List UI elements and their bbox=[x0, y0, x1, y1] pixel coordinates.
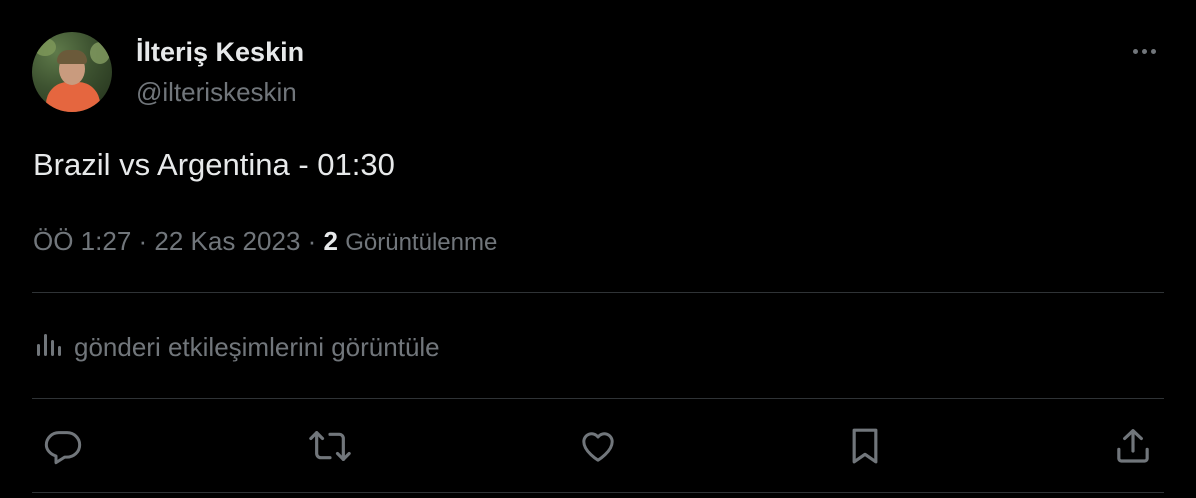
avatar-hair bbox=[57, 50, 87, 64]
like-icon bbox=[578, 426, 618, 466]
bookmark-button[interactable] bbox=[843, 424, 887, 468]
divider bbox=[32, 398, 1164, 399]
share-icon bbox=[1113, 425, 1153, 467]
avatar-foliage bbox=[34, 38, 56, 56]
tweet-detail: İlteriş Keskin @ilteriskeskin Brazil vs … bbox=[0, 0, 1196, 498]
bookmark-icon bbox=[845, 425, 885, 467]
views-label: Görüntülenme bbox=[345, 229, 498, 256]
bar-chart-icon bbox=[34, 332, 62, 363]
author-handle[interactable]: @ilteriskeskin bbox=[136, 76, 297, 108]
tweet-time[interactable]: ÖÖ 1:27 bbox=[33, 226, 131, 256]
tweet-date[interactable]: 22 Kas 2023 bbox=[154, 226, 300, 256]
retweet-button[interactable] bbox=[308, 424, 352, 468]
meta-separator: · bbox=[300, 226, 324, 256]
divider bbox=[32, 292, 1164, 293]
divider bbox=[32, 492, 1164, 493]
tweet-text: Brazil vs Argentina - 01:30 bbox=[33, 147, 395, 182]
reply-icon bbox=[43, 426, 83, 466]
avatar[interactable] bbox=[32, 32, 112, 112]
view-count: 2 bbox=[323, 226, 338, 256]
avatar-foliage bbox=[90, 42, 110, 64]
more-options-icon[interactable] bbox=[1126, 38, 1162, 64]
like-button[interactable] bbox=[576, 424, 620, 468]
retweet-icon bbox=[308, 426, 352, 466]
more-dot bbox=[1141, 48, 1147, 54]
avatar-shirt bbox=[46, 82, 100, 112]
more-dot bbox=[1150, 48, 1156, 54]
view-post-engagements-link[interactable]: gönderi etkileşimlerini görüntüle bbox=[34, 330, 440, 364]
share-button[interactable] bbox=[1111, 424, 1155, 468]
tweet-meta: ÖÖ 1:27 · 22 Kas 2023 · 2 Görüntülenme bbox=[33, 224, 497, 260]
view-post-engagements-label: gönderi etkileşimlerini görüntüle bbox=[74, 332, 440, 362]
more-dot bbox=[1132, 48, 1138, 54]
reply-button[interactable] bbox=[41, 424, 85, 468]
author-display-name[interactable]: İlteriş Keskin bbox=[136, 35, 304, 69]
meta-separator: · bbox=[131, 226, 155, 256]
